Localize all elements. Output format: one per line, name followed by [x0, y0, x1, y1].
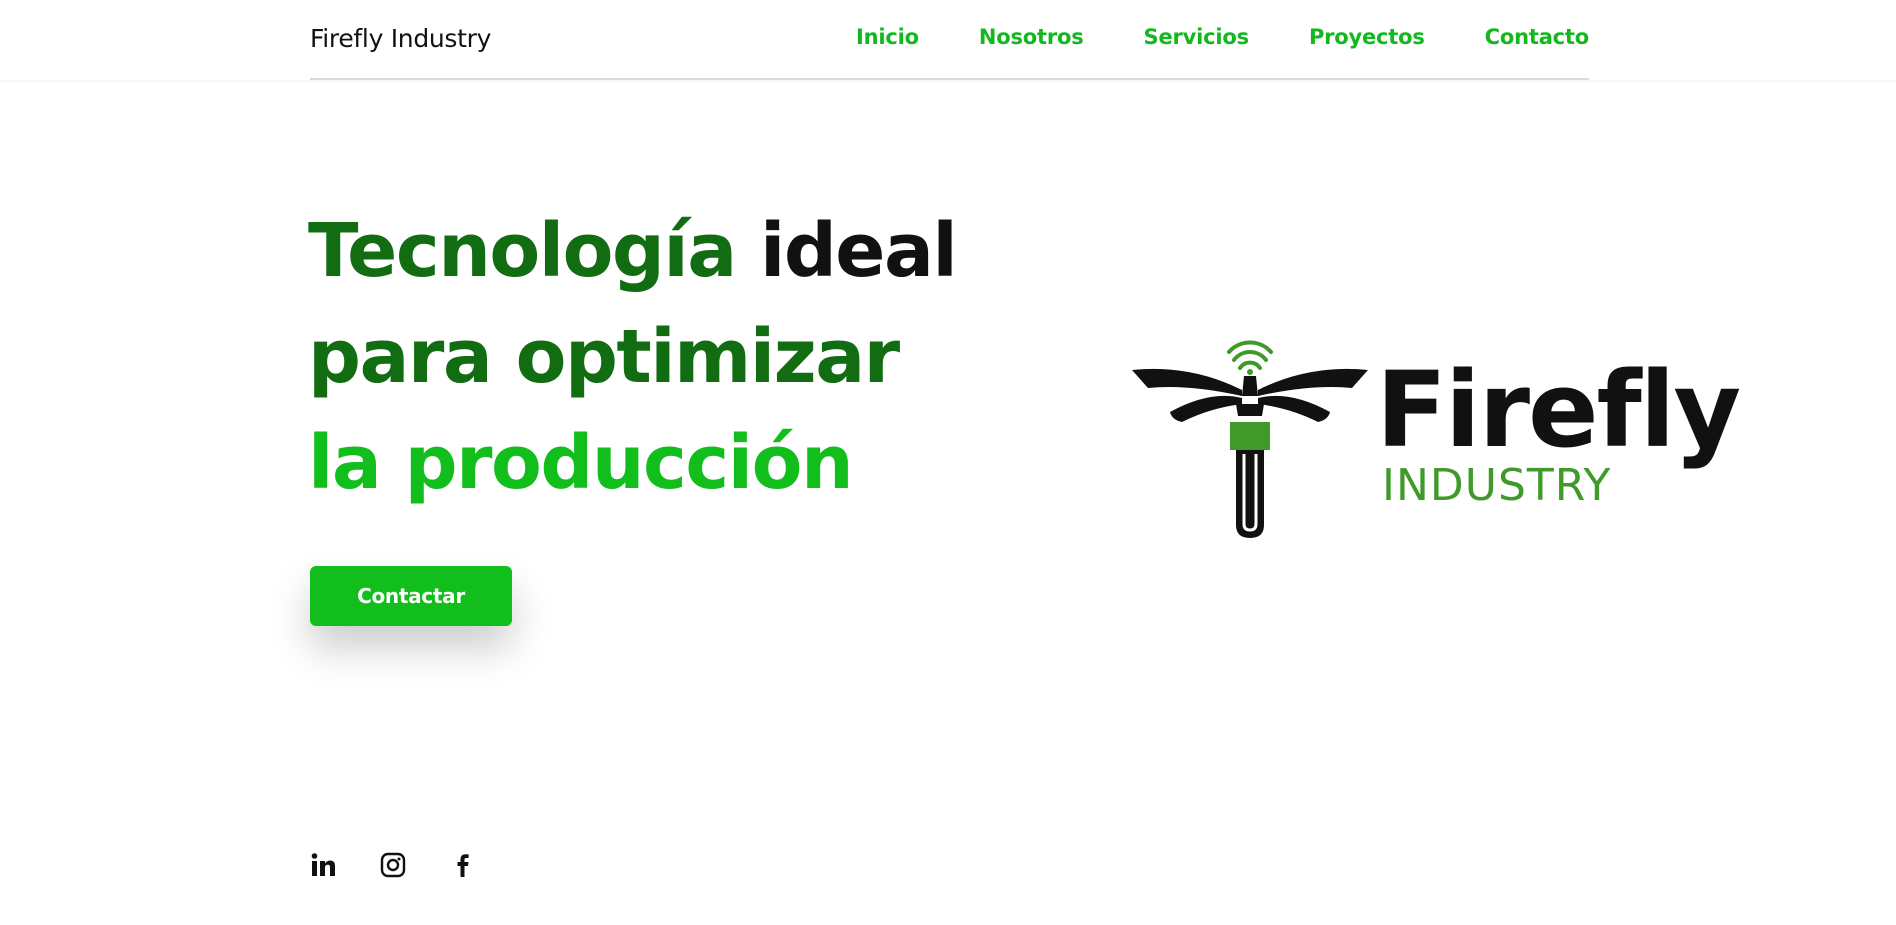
hero-word-ideal: ideal [759, 208, 958, 294]
nav-inicio[interactable]: Inicio [856, 25, 919, 49]
header-divider [310, 78, 1589, 80]
hero-line-1: Tecnología ideal [308, 198, 958, 304]
nav-contacto[interactable]: Contacto [1485, 25, 1590, 49]
hero-word-tecnologia: Tecnología [308, 208, 737, 294]
logo-subword: INDUSTRY [1382, 460, 1611, 511]
social-links [310, 852, 476, 878]
facebook-icon[interactable] [450, 852, 476, 878]
hero-heading: Tecnología ideal para optimizar la produ… [308, 198, 958, 516]
linkedin-icon[interactable] [310, 852, 336, 878]
contactar-button[interactable]: Contactar [310, 566, 512, 626]
logo-word: Firefly [1376, 349, 1739, 471]
nav-nosotros[interactable]: Nosotros [979, 25, 1084, 49]
site-header: Firefly Industry Inicio Nosotros Servici… [0, 0, 1896, 80]
nav-servicios[interactable]: Servicios [1144, 25, 1250, 49]
instagram-icon[interactable] [380, 852, 406, 878]
hero-line-2: para optimizar [308, 314, 900, 400]
brand-name[interactable]: Firefly Industry [310, 24, 491, 53]
main-nav: Inicio Nosotros Servicios Proyectos Cont… [856, 25, 1589, 49]
hero-line-3: la producción [308, 420, 854, 506]
nav-proyectos[interactable]: Proyectos [1309, 25, 1425, 49]
firefly-industry-logo: Firefly INDUSTRY [1132, 340, 1740, 538]
